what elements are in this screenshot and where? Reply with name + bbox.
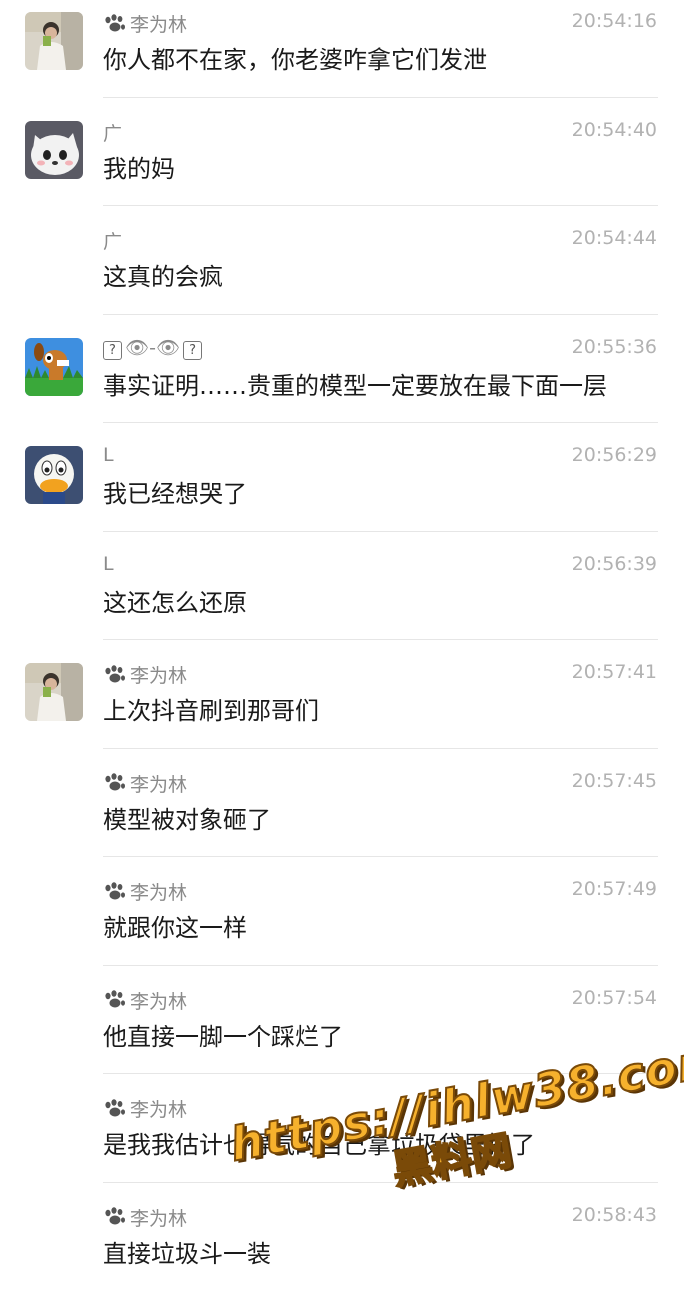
sender-name: 李为林 <box>103 878 187 905</box>
sender-name-text: 👁-👁 <box>125 337 180 359</box>
message-text[interactable]: 模型被对象砸了 <box>103 800 271 835</box>
sender-name-text: 李为林 <box>130 1204 187 1231</box>
message-text[interactable]: 事实证明……贵重的模型一定要放在最下面一层 <box>103 366 607 401</box>
avatar[interactable] <box>25 338 83 396</box>
divider <box>103 531 658 532</box>
unknown-glyph-icon: ? <box>183 341 202 360</box>
sender-name-text: L <box>103 553 114 575</box>
avatar[interactable] <box>25 12 83 70</box>
divider <box>103 422 658 423</box>
emoji-name: ?👁-👁? <box>103 336 202 360</box>
message-time: 20:57:49 <box>572 878 657 900</box>
message-time: 20:55:36 <box>572 336 657 358</box>
divider <box>103 314 658 315</box>
divider <box>103 639 658 640</box>
message-text[interactable]: 上次抖音刷到那哥们 <box>103 691 319 726</box>
divider <box>103 748 658 749</box>
divider <box>103 205 658 206</box>
paw-icon <box>103 1207 127 1227</box>
message-text[interactable]: 直接垃圾斗一装 <box>103 1234 271 1269</box>
message-text[interactable]: 他直接一脚一个踩烂了 <box>103 1017 343 1052</box>
divider <box>103 856 658 857</box>
divider <box>103 97 658 98</box>
message-time: 20:58:43 <box>572 1204 657 1226</box>
message-row[interactable]: 李为林 20:57:41 上次抖音刷到那哥们 <box>0 651 684 760</box>
message-text[interactable]: 这还怎么还原 <box>103 583 247 618</box>
sender-name: 李为林 <box>103 770 187 797</box>
message-text[interactable]: 你人都不在家，你老婆咋拿它们发泄 <box>103 40 487 75</box>
sender-name: 李为林 <box>103 10 187 37</box>
sender-name: 李为林 <box>103 661 187 688</box>
message-row[interactable]: 李为林 20:57:49 就跟你这一样 <box>0 868 684 977</box>
unknown-glyph-icon: ? <box>103 341 122 360</box>
message-time: 20:56:29 <box>572 444 657 466</box>
message-text[interactable]: 我的妈 <box>103 149 175 184</box>
message-text[interactable]: 这真的会疯 <box>103 257 223 292</box>
message-time: 20:56:39 <box>572 553 657 575</box>
sender-name-text: 李为林 <box>130 1095 187 1122</box>
paw-icon <box>103 14 127 34</box>
message-time: 20:54:44 <box>572 227 657 249</box>
message-time: 20:54:16 <box>572 10 657 32</box>
sender-name-text: 李为林 <box>130 10 187 37</box>
sender-name: 李为林 <box>103 987 187 1014</box>
sender-name-text: 广 <box>103 227 122 254</box>
sender-name: 广 <box>103 119 122 146</box>
avatar[interactable] <box>25 446 83 504</box>
message-row[interactable]: L 20:56:39 这还怎么还原 <box>0 543 684 652</box>
sender-name: 李为林 <box>103 1095 187 1122</box>
message-time: 20:57:54 <box>572 987 657 1009</box>
message-row[interactable]: 广 20:54:40 我的妈 <box>0 109 684 218</box>
message-row[interactable]: 李为林 20:57:45 模型被对象砸了 <box>0 760 684 869</box>
sender-name: 李为林 <box>103 1204 187 1231</box>
message-text[interactable]: 我已经想哭了 <box>103 474 247 509</box>
sender-name-text: 广 <box>103 119 122 146</box>
message-text[interactable]: 就跟你这一样 <box>103 908 247 943</box>
message-time: 20:57:41 <box>572 661 657 683</box>
message-row[interactable]: L 20:56:29 我已经想哭了 <box>0 434 684 543</box>
message-row[interactable]: 广 20:54:44 这真的会疯 <box>0 217 684 326</box>
sender-name: L <box>103 444 114 466</box>
sender-name: 广 <box>103 227 122 254</box>
message-row[interactable]: 李为林 20:54:16 你人都不在家，你老婆咋拿它们发泄 <box>0 0 684 109</box>
divider <box>103 965 658 966</box>
message-time: 20:54:40 <box>572 119 657 141</box>
paw-icon <box>103 882 127 902</box>
paw-icon <box>103 990 127 1010</box>
avatar[interactable] <box>25 121 83 179</box>
sender-name-text: 李为林 <box>130 770 187 797</box>
sender-name: L <box>103 553 114 575</box>
paw-icon <box>103 665 127 685</box>
message-time: 20:57:45 <box>572 770 657 792</box>
sender-name-text: 李为林 <box>130 661 187 688</box>
sender-name-text: 李为林 <box>130 987 187 1014</box>
avatar[interactable] <box>25 663 83 721</box>
paw-icon <box>103 1099 127 1119</box>
sender-name: ?👁-👁? <box>103 336 202 360</box>
paw-icon <box>103 773 127 793</box>
message-row[interactable]: ?👁-👁? 20:55:36 事实证明……贵重的模型一定要放在最下面一层 <box>0 326 684 435</box>
sender-name-text: L <box>103 444 114 466</box>
sender-name-text: 李为林 <box>130 878 187 905</box>
